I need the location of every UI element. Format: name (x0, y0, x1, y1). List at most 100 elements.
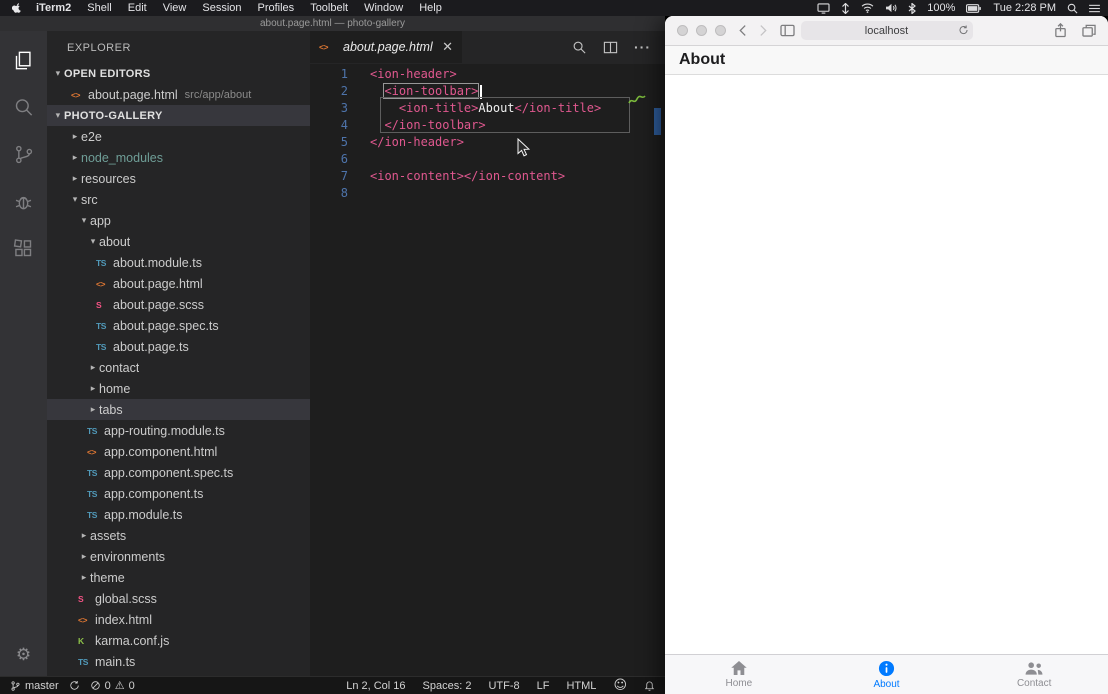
file-name: assets (90, 529, 126, 543)
tab-about[interactable]: About (813, 655, 961, 694)
tab-about-page-html[interactable]: <> about.page.html ✕ (310, 31, 462, 63)
tab-about-label: About (873, 679, 899, 690)
menubar-clock[interactable]: Tue 2:28 PM (993, 2, 1056, 14)
status-lf[interactable]: LF (537, 680, 550, 692)
chevron-right-icon: ▸ (78, 573, 90, 583)
project-root-header[interactable]: ▾ PHOTO-GALLERY (47, 105, 310, 126)
volume-icon[interactable] (885, 3, 897, 13)
minimize-window-button[interactable] (696, 25, 707, 36)
menu-iterm2[interactable]: iTerm2 (36, 2, 71, 14)
tree-item-app.component.html[interactable]: <>app.component.html (47, 441, 310, 462)
warning-count: 0 (129, 680, 135, 692)
search-icon[interactable] (0, 84, 47, 131)
chevron-right-icon: ▸ (78, 531, 90, 541)
tree-item-contact[interactable]: ▸contact (47, 357, 310, 378)
battery-icon[interactable] (966, 4, 982, 13)
tree-item-environments[interactable]: ▸environments (47, 546, 310, 567)
status-spaces-2[interactable]: Spaces: 2 (423, 680, 472, 692)
tree-item-about.page.spec.ts[interactable]: TSabout.page.spec.ts (47, 315, 310, 336)
tree-item-app-routing.module.ts[interactable]: TSapp-routing.module.ts (47, 420, 310, 441)
tab-home[interactable]: Home (665, 655, 813, 694)
status-html[interactable]: HTML (566, 680, 596, 692)
chevron-down-icon: ▾ (78, 216, 90, 226)
apple-menu-icon[interactable] (12, 2, 22, 14)
tree-item-about[interactable]: ▾about (47, 231, 310, 252)
notification-center-icon[interactable] (1089, 4, 1100, 13)
tree-item-index.html[interactable]: <>index.html (47, 609, 310, 630)
tree-item-about.page.ts[interactable]: TSabout.page.ts (47, 336, 310, 357)
tree-item-about.module.ts[interactable]: TSabout.module.ts (47, 252, 310, 273)
bluetooth-icon[interactable] (908, 3, 916, 14)
line-number: 3 (310, 100, 348, 117)
tree-item-app.module.ts[interactable]: TSapp.module.ts (47, 504, 310, 525)
notifications-bell-icon[interactable] (644, 680, 655, 692)
menu-session[interactable]: Session (202, 2, 241, 14)
open-editors-header[interactable]: ▾ OPEN EDITORS (47, 63, 310, 84)
tree-item-assets[interactable]: ▸assets (47, 525, 310, 546)
open-editor-item[interactable]: <> about.page.html src/app/about (47, 84, 310, 105)
status-utf-8[interactable]: UTF-8 (488, 680, 519, 692)
menu-shell[interactable]: Shell (87, 2, 111, 14)
tree-item-node_modules[interactable]: ▸node_modules (47, 147, 310, 168)
tree-item-tabs[interactable]: ▸tabs (47, 399, 310, 420)
tree-item-global.scss[interactable]: Sglobal.scss (47, 588, 310, 609)
tree-item-app.component.ts[interactable]: TSapp.component.ts (47, 483, 310, 504)
file-name: index.html (95, 613, 152, 627)
tab-overview-icon[interactable] (1082, 24, 1096, 37)
close-window-button[interactable] (677, 25, 688, 36)
tree-item-resources[interactable]: ▸resources (47, 168, 310, 189)
status-ln-2-col-16[interactable]: Ln 2, Col 16 (346, 680, 405, 692)
refresh-icon[interactable] (958, 24, 969, 36)
debug-icon[interactable] (0, 178, 47, 225)
line-number: 8 (310, 185, 348, 202)
tree-item-app[interactable]: ▾app (47, 210, 310, 231)
wifi-icon[interactable] (861, 3, 874, 13)
split-editor-icon[interactable] (603, 40, 618, 55)
vscode-titlebar[interactable]: about.page.html — photo-gallery (0, 16, 665, 31)
info-icon (878, 660, 895, 677)
sidebar-toggle-icon[interactable] (780, 24, 795, 37)
git-branch-indicator[interactable]: master (10, 680, 59, 692)
menu-toolbelt[interactable]: Toolbelt (310, 2, 348, 14)
tree-item-src[interactable]: ▾src (47, 189, 310, 210)
menu-view[interactable]: View (163, 2, 187, 14)
source-control-icon[interactable] (0, 131, 47, 178)
menu-edit[interactable]: Edit (128, 2, 147, 14)
feedback-smiley-icon[interactable]: ☺ (613, 679, 627, 692)
tree-item-about.page.scss[interactable]: Sabout.page.scss (47, 294, 310, 315)
tree-item-theme[interactable]: ▸theme (47, 567, 310, 588)
tree-item-home[interactable]: ▸home (47, 378, 310, 399)
explorer-icon[interactable] (0, 37, 47, 84)
menu-help[interactable]: Help (419, 2, 442, 14)
spotlight-icon[interactable] (1067, 3, 1078, 14)
back-button[interactable] (738, 24, 747, 37)
scrollbar-decoration[interactable] (654, 108, 661, 135)
find-icon[interactable] (572, 40, 587, 55)
line-number: 6 (310, 151, 348, 168)
updown-arrows-icon[interactable] (841, 3, 850, 14)
zoom-window-button[interactable] (715, 25, 726, 36)
close-icon[interactable]: ✕ (442, 39, 453, 55)
extensions-icon[interactable] (0, 225, 47, 272)
tree-item-about.page.html[interactable]: <>about.page.html (47, 273, 310, 294)
code-lines: 1<ion-header>2 <ion-toolbar>3 <ion-title… (310, 66, 665, 202)
menu-window[interactable]: Window (364, 2, 403, 14)
tree-item-main.ts[interactable]: TSmain.ts (47, 651, 310, 672)
settings-gear-icon[interactable]: ⚙ (16, 647, 31, 664)
tree-item-karma.conf.js[interactable]: Kkarma.conf.js (47, 630, 310, 651)
menu-profiles[interactable]: Profiles (258, 2, 295, 14)
tree-item-app.component.spec.ts[interactable]: TSapp.component.spec.ts (47, 462, 310, 483)
tree-item-e2e[interactable]: ▸e2e (47, 126, 310, 147)
vscode-window: about.page.html — photo-gallery ⚙ EXPLOR… (0, 16, 665, 694)
code-editor[interactable]: 1<ion-header>2 <ion-toolbar>3 <ion-title… (310, 64, 665, 676)
address-bar[interactable]: localhost (801, 21, 973, 40)
display-icon[interactable] (817, 3, 830, 14)
problems-indicator[interactable]: 0 ⚠ 0 (90, 680, 135, 692)
forward-button[interactable] (759, 24, 768, 37)
file-name: about.page.scss (113, 298, 204, 312)
sync-indicator[interactable] (69, 680, 80, 691)
tab-contact[interactable]: Contact (960, 655, 1108, 694)
line-number: 7 (310, 168, 348, 185)
share-icon[interactable] (1054, 23, 1067, 38)
more-actions-icon[interactable]: ··· (634, 39, 651, 55)
